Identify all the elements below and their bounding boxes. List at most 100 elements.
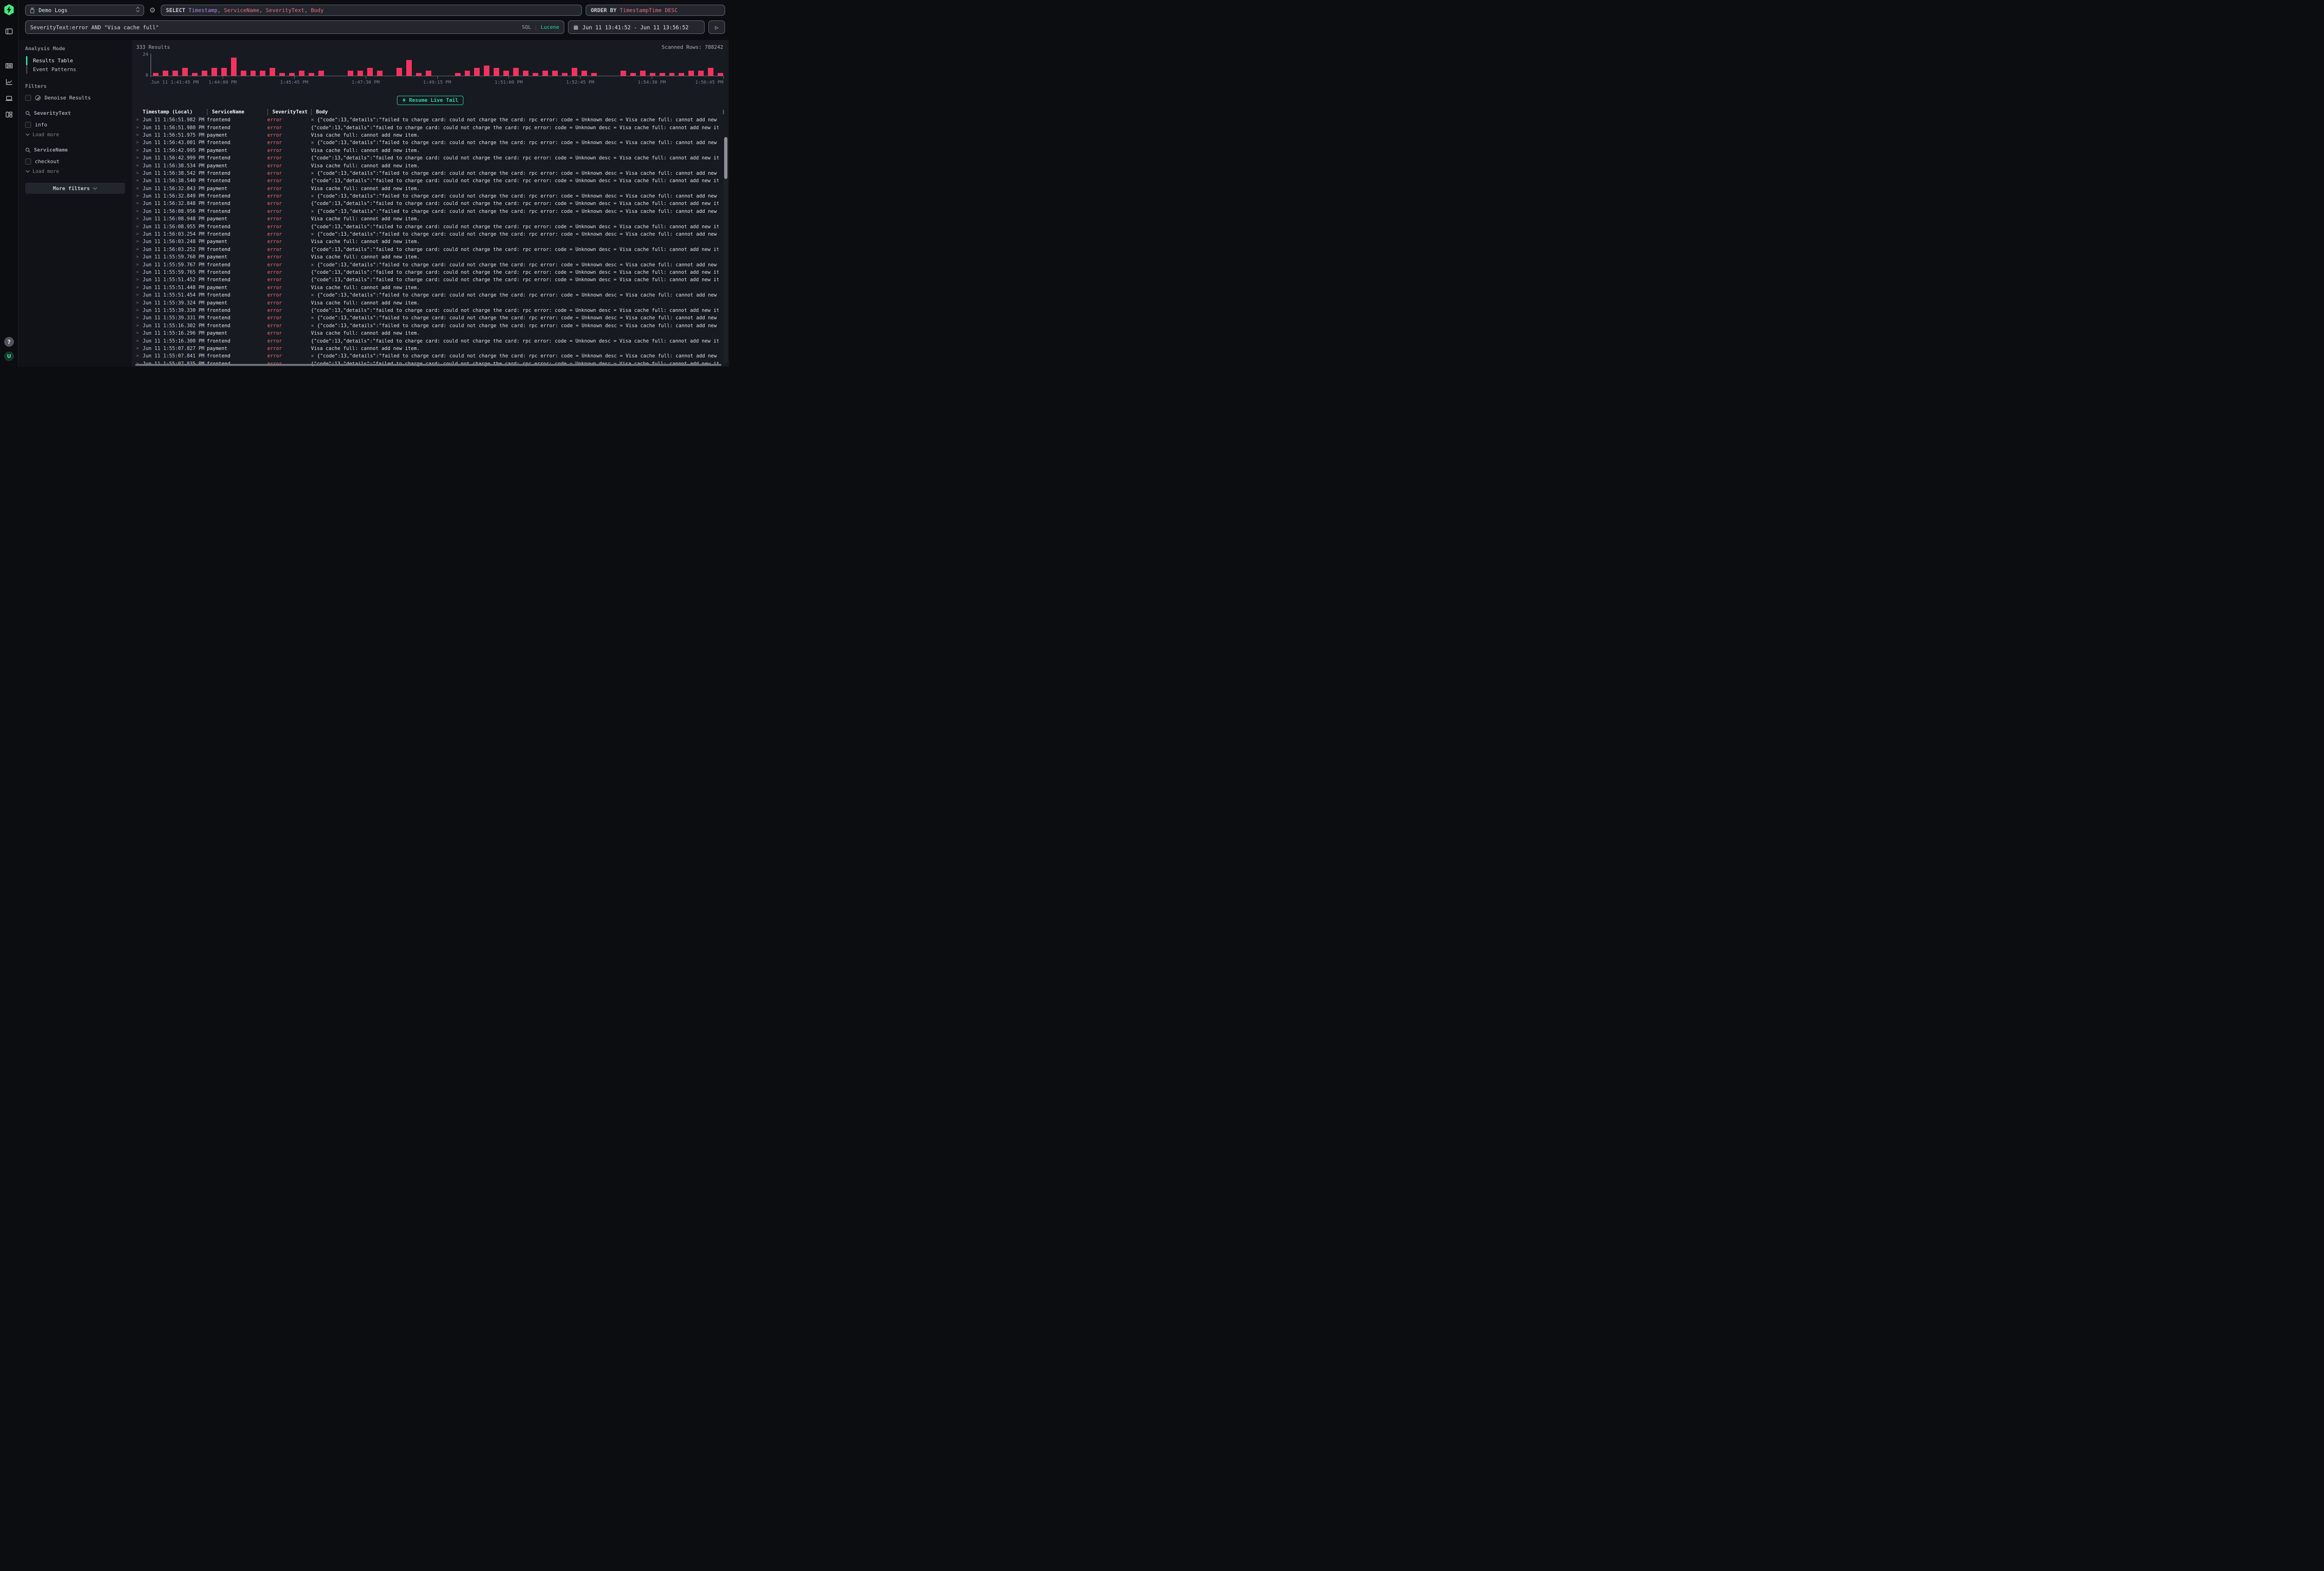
log-row[interactable]: >Jun 11 1:55:51.452 PMfrontenderror{"cod… xyxy=(135,276,726,284)
load-more-severitytext[interactable]: Load more xyxy=(26,132,125,138)
histogram-bar[interactable] xyxy=(396,68,402,76)
expand-row-icon[interactable]: > xyxy=(135,323,143,328)
vertical-scrollbar-thumb[interactable] xyxy=(724,137,727,179)
histogram-plot[interactable]: 24 0 xyxy=(151,55,723,76)
filter-option-info[interactable]: info xyxy=(25,122,125,128)
column-header-severitytext[interactable]: SeverityText xyxy=(267,109,311,115)
log-search-icon[interactable] xyxy=(5,61,13,70)
expand-row-icon[interactable]: > xyxy=(135,194,143,198)
log-row[interactable]: >Jun 11 1:56:38.540 PMfrontenderror{"cod… xyxy=(135,177,726,185)
log-row[interactable]: >Jun 11 1:56:08.955 PMfrontenderror{"cod… xyxy=(135,223,726,230)
log-row[interactable]: >Jun 11 1:56:51.982 PMfrontenderror×{"co… xyxy=(135,116,726,124)
histogram-bar[interactable] xyxy=(231,58,237,76)
panel-toggle-icon[interactable] xyxy=(5,27,13,35)
horizontal-scrollbar[interactable] xyxy=(135,364,721,366)
histogram-bar[interactable] xyxy=(503,71,509,76)
histogram-bar[interactable] xyxy=(192,73,198,76)
expand-row-icon[interactable]: > xyxy=(135,186,143,191)
language-toggle[interactable]: SQL | Lucene xyxy=(522,24,559,30)
filter-group-header[interactable]: SeverityText xyxy=(25,110,125,116)
expand-row-icon[interactable]: > xyxy=(135,331,143,336)
log-row[interactable]: >Jun 11 1:55:07.827 PMpaymenterrorVisa c… xyxy=(135,345,726,352)
filter-group-header[interactable]: ServiceName xyxy=(25,147,125,153)
expand-row-icon[interactable]: > xyxy=(135,301,143,305)
log-row[interactable]: >Jun 11 1:56:38.542 PMfrontenderror×{"co… xyxy=(135,170,726,177)
histogram-bar[interactable] xyxy=(474,68,480,76)
log-row[interactable]: >Jun 11 1:55:16.296 PMpaymenterrorVisa c… xyxy=(135,330,726,337)
expand-row-icon[interactable]: > xyxy=(135,133,143,138)
log-row[interactable]: >Jun 11 1:56:08.948 PMpaymenterrorVisa c… xyxy=(135,215,726,223)
histogram-bar[interactable] xyxy=(406,60,412,76)
log-row[interactable]: >Jun 11 1:55:39.324 PMpaymenterrorVisa c… xyxy=(135,299,726,306)
log-row[interactable]: >Jun 11 1:56:51.975 PMpaymenterrorVisa c… xyxy=(135,132,726,139)
log-row[interactable]: >Jun 11 1:55:51.448 PMpaymenterrorVisa c… xyxy=(135,284,726,291)
histogram-bar[interactable] xyxy=(669,73,675,76)
histogram-bar[interactable] xyxy=(163,71,168,76)
histogram-bar[interactable] xyxy=(650,73,655,76)
expand-row-icon[interactable]: > xyxy=(135,125,143,130)
histogram-bar[interactable] xyxy=(660,73,665,76)
log-row[interactable]: >Jun 11 1:56:32.848 PMfrontenderror{"cod… xyxy=(135,200,726,207)
log-row[interactable]: >Jun 11 1:56:03.252 PMfrontenderror{"cod… xyxy=(135,246,726,253)
column-resize-handle[interactable] xyxy=(207,109,208,115)
expand-row-icon[interactable]: > xyxy=(135,140,143,145)
resume-live-tail-button[interactable]: Resume Live Tail xyxy=(397,96,463,105)
histogram-bar[interactable] xyxy=(581,71,587,76)
histogram-bar[interactable] xyxy=(153,73,158,76)
source-selector[interactable]: Demo Logs xyxy=(25,5,144,16)
histogram-bar[interactable] xyxy=(318,71,324,76)
histogram-bar[interactable] xyxy=(279,73,285,76)
histogram-bar[interactable] xyxy=(630,73,636,76)
histogram-bar[interactable] xyxy=(513,68,519,76)
histogram-bar[interactable] xyxy=(542,71,548,76)
expand-row-icon[interactable]: > xyxy=(135,346,143,351)
histogram-bar[interactable] xyxy=(523,71,528,76)
log-row[interactable]: >Jun 11 1:56:42.999 PMfrontenderror{"cod… xyxy=(135,154,726,162)
histogram-bar[interactable] xyxy=(182,68,188,76)
log-row[interactable]: >Jun 11 1:56:32.843 PMpaymenterrorVisa c… xyxy=(135,185,726,192)
column-resize-handle[interactable] xyxy=(311,109,312,115)
histogram-bar[interactable] xyxy=(484,66,489,76)
histogram-bar[interactable] xyxy=(211,68,217,76)
expand-row-icon[interactable]: > xyxy=(135,118,143,122)
time-range-picker[interactable]: Jun 11 13:41:52 - Jun 11 13:56:52 xyxy=(568,20,705,34)
log-row[interactable]: >Jun 11 1:55:59.765 PMfrontenderror{"cod… xyxy=(135,269,726,276)
log-row[interactable]: >Jun 11 1:55:16.302 PMfrontenderror×{"co… xyxy=(135,322,726,330)
log-row[interactable]: >Jun 11 1:56:03.254 PMfrontenderror×{"co… xyxy=(135,231,726,238)
histogram-bar[interactable] xyxy=(698,71,704,76)
histogram-bar[interactable] xyxy=(299,71,304,76)
log-row[interactable]: >Jun 11 1:56:08.956 PMfrontenderror×{"co… xyxy=(135,208,726,215)
histogram-bar[interactable] xyxy=(221,68,227,76)
log-row[interactable]: >Jun 11 1:55:39.330 PMfrontenderror{"cod… xyxy=(135,307,726,314)
expand-row-icon[interactable]: > xyxy=(135,156,143,160)
sessions-icon[interactable] xyxy=(5,94,13,102)
user-avatar[interactable]: U xyxy=(4,351,14,361)
log-row[interactable]: >Jun 11 1:55:51.454 PMfrontenderror×{"co… xyxy=(135,291,726,299)
mode-event-patterns[interactable]: Event Patterns xyxy=(26,65,125,74)
histogram-bar[interactable] xyxy=(494,68,499,76)
denoise-results-option[interactable]: Denoise Results xyxy=(25,95,125,101)
orderby-clause-input[interactable]: ORDER BY TimestampTime DESC xyxy=(586,5,725,16)
expand-row-icon[interactable]: > xyxy=(135,247,143,252)
more-filters-button[interactable]: More filters xyxy=(25,183,125,194)
histogram-bar[interactable] xyxy=(426,71,431,76)
log-row[interactable]: >Jun 11 1:56:42.995 PMpaymenterrorVisa c… xyxy=(135,147,726,154)
histogram-bar[interactable] xyxy=(377,71,383,76)
expand-row-icon[interactable]: > xyxy=(135,308,143,313)
expand-row-icon[interactable]: > xyxy=(135,285,143,290)
histogram-bar[interactable] xyxy=(260,71,265,76)
histogram-bar[interactable] xyxy=(533,73,538,76)
chart-explorer-icon[interactable] xyxy=(5,78,13,86)
column-menu-icon[interactable]: ⋮ xyxy=(719,109,726,115)
expand-row-icon[interactable]: > xyxy=(135,339,143,343)
column-header-servicename[interactable]: ServiceName xyxy=(207,109,267,115)
expand-row-icon[interactable]: > xyxy=(135,255,143,259)
expand-row-icon[interactable]: > xyxy=(135,209,143,214)
expand-row-icon[interactable]: > xyxy=(135,148,143,153)
histogram-bar[interactable] xyxy=(591,73,597,76)
log-row[interactable]: >Jun 11 1:55:59.760 PMpaymenterrorVisa c… xyxy=(135,253,726,261)
column-header-timestamp[interactable]: Timestamp (Local) xyxy=(143,109,207,115)
histogram-bar[interactable] xyxy=(357,71,363,76)
histogram-bar[interactable] xyxy=(621,71,626,76)
expand-row-icon[interactable]: > xyxy=(135,354,143,358)
